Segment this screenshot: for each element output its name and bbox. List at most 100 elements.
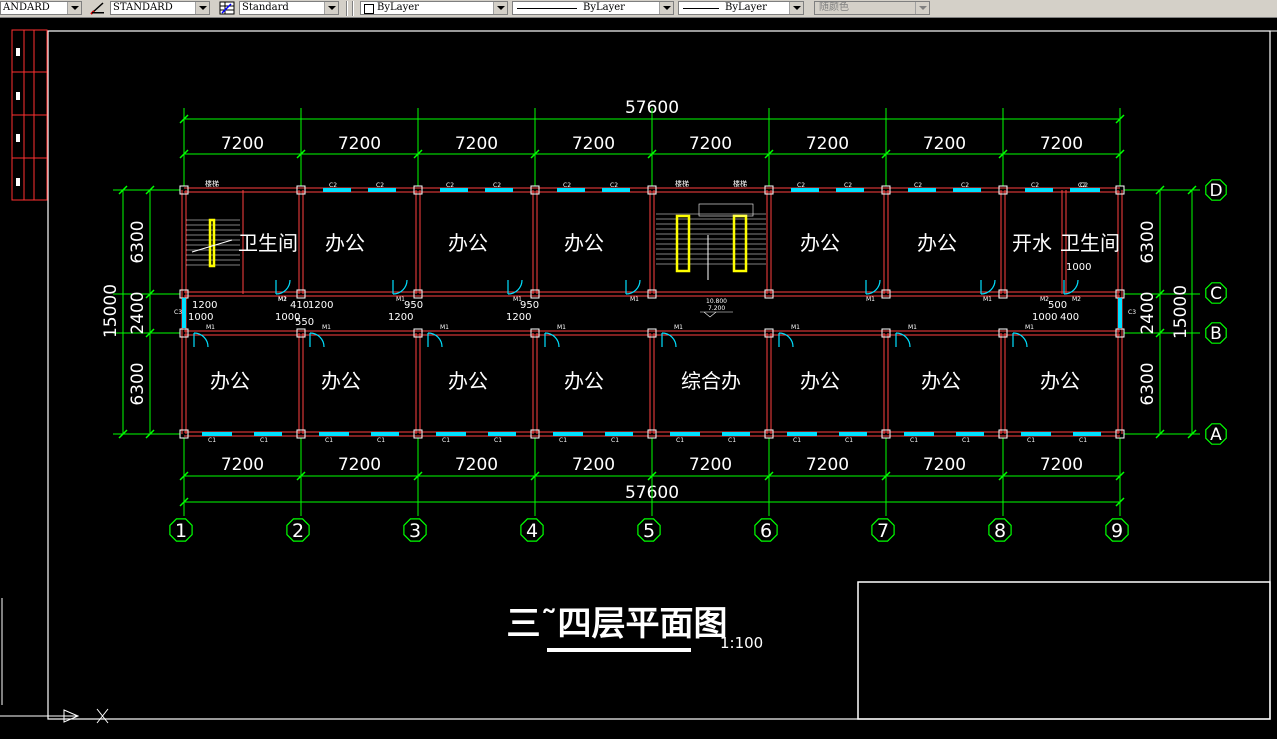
stair-label: 楼梯 (733, 179, 747, 188)
line-sample-icon (517, 8, 577, 9)
window (956, 432, 984, 436)
dimension-style-icon[interactable] (90, 1, 106, 15)
room-label: 办公 (325, 231, 365, 255)
corridor-width-dimension: 2400 (1138, 291, 1158, 334)
stair-label: 楼梯 (205, 179, 219, 188)
window-label: C2 (493, 182, 501, 189)
column (764, 185, 774, 195)
linetype-dropdown[interactable]: ByLayer (512, 1, 674, 15)
window-label: C1 (208, 437, 216, 444)
column (647, 429, 657, 439)
small-dimension: 950 (404, 300, 423, 311)
column (179, 185, 189, 195)
chevron-down-icon[interactable] (195, 2, 209, 14)
drawing-canvas[interactable]: 576007200 7200 7200 7200 7200 7200 7200 7200720… (0, 18, 1277, 739)
door-label: M1 (674, 324, 683, 331)
window-label: C1 (494, 437, 502, 444)
room-label: 办公 (564, 369, 604, 393)
dim-style-dropdown[interactable]: STANDARD (110, 1, 210, 15)
window-label: C1 (377, 437, 385, 444)
window-label: C1 (260, 437, 268, 444)
window-label: C2 (1080, 182, 1088, 189)
door-label: M1 (630, 296, 639, 303)
doors-and-windows (182, 188, 1122, 436)
window-label: C2 (610, 182, 618, 189)
window (670, 432, 700, 436)
bay-dimension: 7200 (221, 134, 264, 154)
grid-label: 3 (409, 520, 421, 542)
room-labels: 卫生间 办公 办公 办公 办公 办公 开水 卫生间办公 办公 办公 办公 综合办 办公 办公 办公 (210, 231, 1120, 393)
column (179, 328, 189, 338)
column (530, 429, 540, 439)
room-label: 办公 (917, 231, 957, 255)
room-label: 卫生间 (238, 231, 298, 255)
window-label: C1 (845, 437, 853, 444)
window-label: C1 (611, 437, 619, 444)
chevron-down-icon (915, 2, 929, 14)
room-label: 办公 (564, 231, 604, 255)
bay-dimension: 7200 (1040, 134, 1083, 154)
overall-width-dimension: 15000 (101, 284, 121, 338)
window (488, 432, 516, 436)
bay-dimension: 7200 (923, 134, 966, 154)
bay-dimension: 7200 (806, 455, 849, 475)
drawing-scale: 1:100 (720, 634, 763, 652)
window-label: C3 (174, 309, 182, 316)
chevron-down-icon[interactable] (67, 2, 81, 14)
grid-label: 2 (292, 520, 304, 542)
stair-rail (208, 218, 216, 268)
corridor-width-dimension: 2400 (128, 291, 148, 334)
bay-dimension: 7200 (338, 455, 381, 475)
window (371, 432, 399, 436)
door-label: M1 (866, 296, 875, 303)
color-dropdown[interactable]: ByLayer (360, 1, 508, 15)
column (296, 185, 306, 195)
window (254, 432, 282, 436)
column (764, 328, 774, 338)
door-label: M1 (1025, 324, 1034, 331)
window (605, 432, 633, 436)
window-label: C1 (728, 437, 736, 444)
door-label: M2 (278, 296, 287, 303)
lineweight-dropdown[interactable]: ByLayer (678, 1, 804, 15)
door-label: M1 (322, 324, 331, 331)
window-label: C1 (559, 437, 567, 444)
column (1115, 328, 1125, 338)
column (413, 429, 423, 439)
window-label: C2 (329, 182, 337, 189)
column (998, 289, 1008, 299)
window (904, 432, 934, 436)
door-label: M1 (557, 324, 566, 331)
text-style-dropdown[interactable]: ANDARD (0, 1, 82, 15)
small-dimension: 1000 (188, 312, 213, 323)
grid-label: 9 (1111, 520, 1123, 542)
column (1115, 289, 1125, 299)
grid-label: 6 (760, 520, 772, 542)
bay-dimension: 7200 (455, 134, 498, 154)
room-label: 办公 (210, 369, 250, 393)
chevron-down-icon[interactable] (789, 2, 803, 14)
grid-label: 7 (877, 520, 889, 542)
window-label: C2 (1031, 182, 1039, 189)
window-label: C2 (797, 182, 805, 189)
chevron-down-icon[interactable] (493, 2, 507, 14)
window-label: C2 (914, 182, 922, 189)
annotation-labels: C1 C1 C2 C2 C1 C1 C2 C2 C1 C1 C2 C2 C1 C1 C1 C1 C2 C2 C1 C1… (174, 179, 1136, 444)
color-swatch-icon (364, 4, 374, 14)
window-label: C2 (563, 182, 571, 189)
grid-label: C (1210, 284, 1222, 304)
column (296, 289, 306, 299)
chevron-down-icon[interactable] (659, 2, 673, 14)
bay-dimension: 7200 (338, 134, 381, 154)
window (202, 432, 232, 436)
column (296, 328, 306, 338)
overall-width-dimension: 15000 (1171, 285, 1191, 339)
drawing-title: 三˜四层平面图 (507, 604, 728, 644)
grid-label: 5 (643, 520, 655, 542)
table-style-dropdown[interactable]: Standard (239, 1, 339, 15)
window (1118, 298, 1122, 328)
window-label: C1 (793, 437, 801, 444)
chevron-down-icon[interactable] (324, 2, 338, 14)
column (296, 429, 306, 439)
table-style-icon[interactable] (219, 1, 235, 15)
